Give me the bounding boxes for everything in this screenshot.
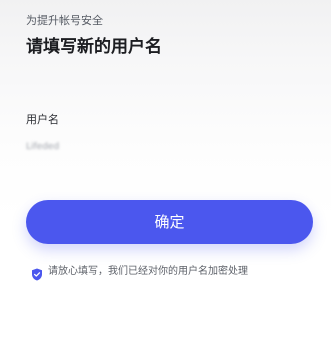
rename-username-page: 为提升帐号安全 请填写新的用户名 用户名 确定 请放心填写，我们已经对你的用户名… [0,0,331,360]
username-label: 用户名 [26,113,59,126]
username-input[interactable] [26,139,226,155]
encryption-notice-text: 请放心填写，我们已经对你的用户名加密处理 [48,266,248,277]
confirm-button[interactable]: 确定 [26,200,313,244]
shield-check-icon [31,266,43,280]
encryption-notice: 请放心填写，我们已经对你的用户名加密处理 [31,264,248,280]
page-subtitle: 为提升帐号安全 [26,14,103,27]
page-title: 请填写新的用户名 [26,37,162,57]
